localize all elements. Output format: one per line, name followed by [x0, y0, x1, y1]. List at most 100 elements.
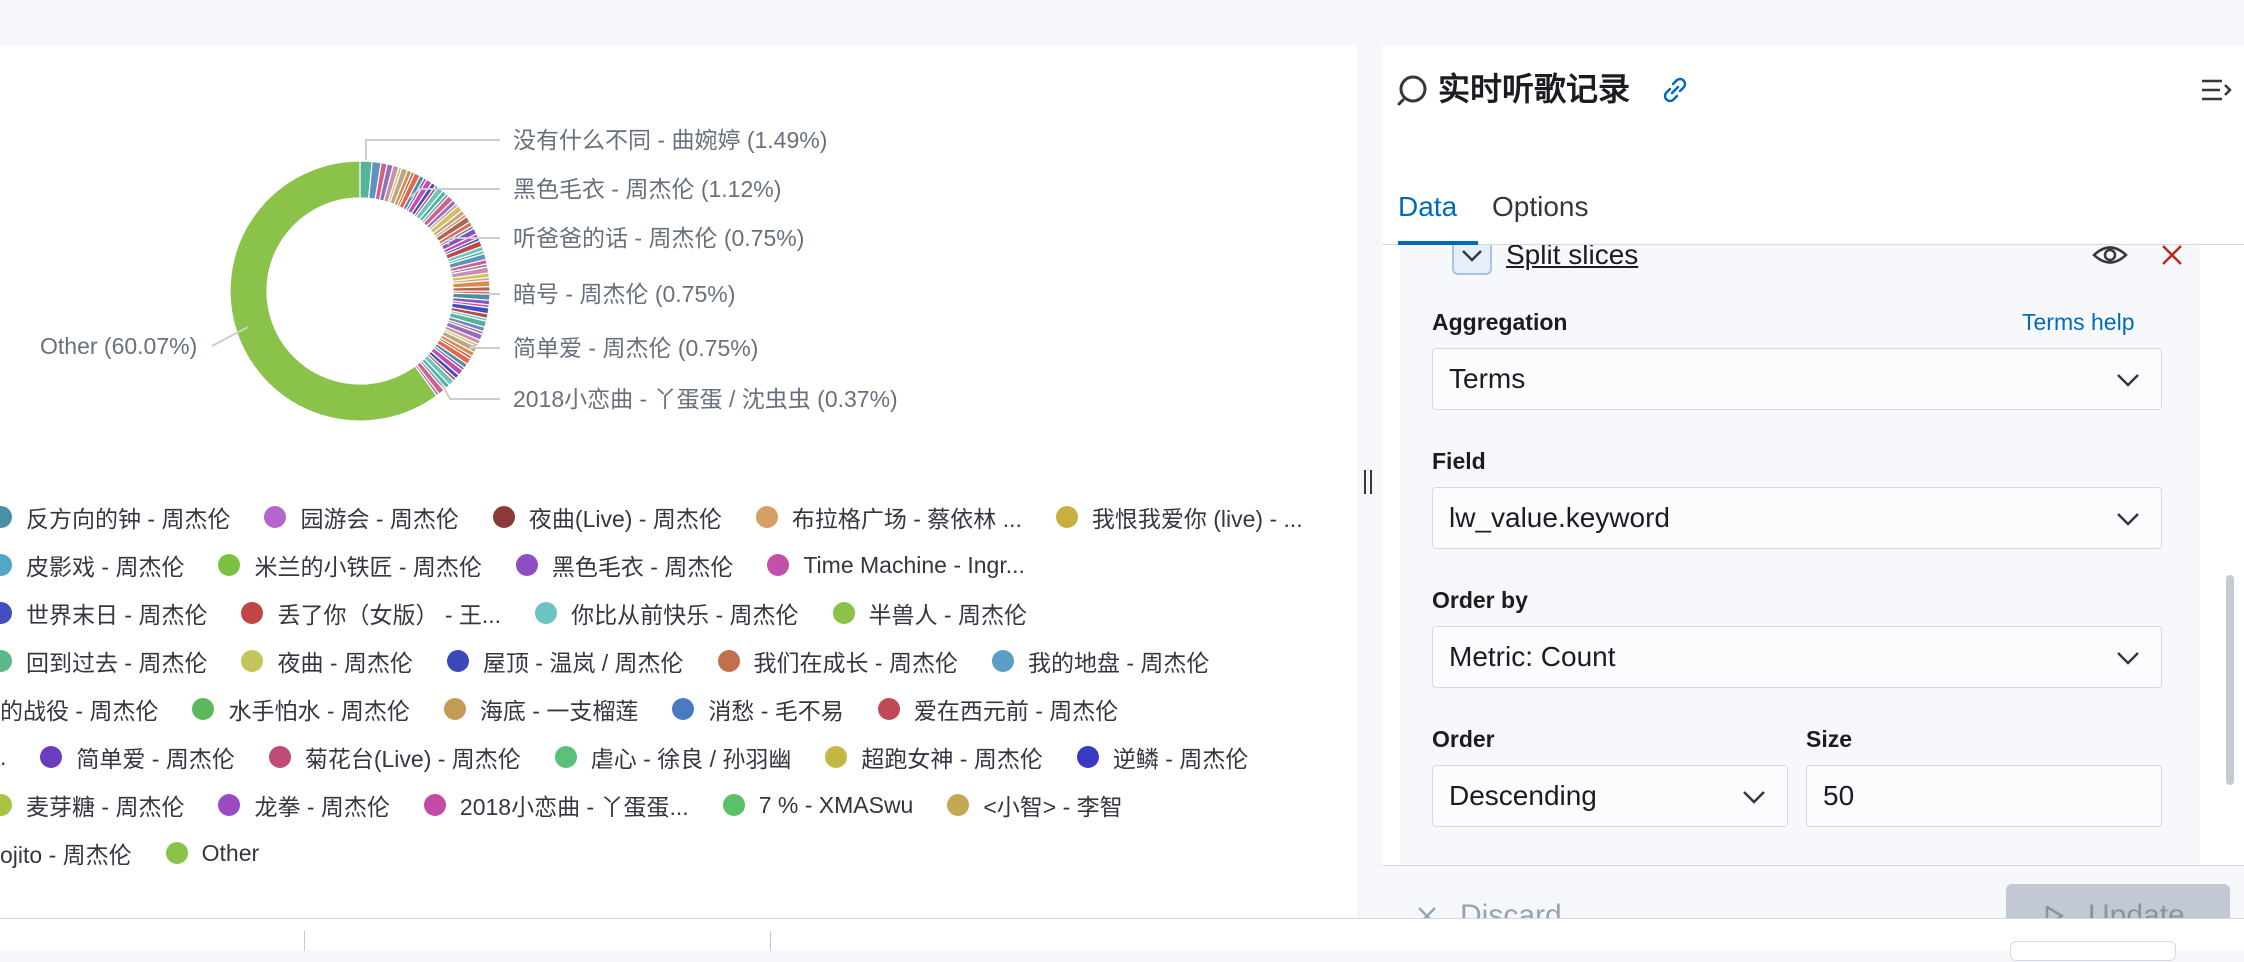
- legend-color-dot: [0, 506, 12, 528]
- eye-icon[interactable]: [2092, 245, 2128, 270]
- legend-row: 的战役 - 周杰伦 水手怕水 - 周杰伦 海底 - 一支榴莲 消愁 - 毛不易 爱在西元…: [0, 689, 1152, 729]
- legend-color-dot: [0, 650, 12, 672]
- legend-item[interactable]: 逆鳞 - 周杰伦: [1076, 740, 1248, 774]
- legend-label: 皮影戏 - 周杰伦: [26, 554, 185, 580]
- bottom-control[interactable]: [2010, 941, 2176, 961]
- field-label: Field: [1432, 448, 1486, 474]
- legend-item[interactable]: 简单爱 - 周杰伦: [40, 740, 235, 774]
- tab-data[interactable]: Data: [1398, 187, 1457, 227]
- slice-callout-label: 简单爱 - 周杰伦 (0.75%): [513, 335, 758, 361]
- legend-item[interactable]: 屋顶 - 温岚 / 周杰伦: [446, 644, 684, 678]
- legend-label: 简单爱 - 周杰伦: [76, 746, 235, 772]
- legend-item[interactable]: 夜曲(Live) - 周杰伦: [492, 500, 722, 534]
- legend-item[interactable]: 反方向的钟 - 周杰伦: [0, 500, 230, 534]
- legend-item[interactable]: <小智> - 李智: [947, 788, 1123, 822]
- legend-label: 米兰的小铁匠 - 周杰伦: [254, 554, 482, 580]
- legend-item[interactable]: 的战役 - 周杰伦: [0, 692, 158, 726]
- legend-color-dot: [0, 554, 12, 576]
- legend-item[interactable]: Time Machine - Ingr...: [767, 552, 1025, 579]
- legend-color-dot: [264, 506, 287, 528]
- legend-item[interactable]: 菊花台(Live) - 周杰伦: [268, 740, 521, 774]
- legend-color-dot: [443, 698, 466, 720]
- legend-color-dot: [1055, 506, 1078, 528]
- sidebar-header: 实时听歌记录: [1382, 45, 2244, 155]
- legend-label: 海底 - 一支榴莲: [479, 698, 639, 724]
- legend-color-dot: [755, 506, 778, 528]
- size-input[interactable]: 50: [1806, 765, 2162, 827]
- legend-color-dot: [825, 746, 848, 768]
- legend-color-dot: [554, 746, 577, 768]
- search-icon: [1397, 75, 1427, 106]
- legend-label: 屋顶 - 温岚 / 周杰伦: [482, 650, 684, 676]
- collapse-sidebar-icon[interactable]: [2198, 72, 2234, 108]
- legend-item[interactable]: 黑色毛衣 - 周杰伦: [515, 548, 733, 582]
- legend-item[interactable]: 半兽人 - 周杰伦: [832, 596, 1027, 630]
- split-slices-title[interactable]: Split slices: [1506, 245, 1638, 275]
- legend-item[interactable]: 爱在西元前 - 周杰伦: [877, 692, 1118, 726]
- legend-label: <小智> - 李智: [983, 794, 1123, 820]
- link-icon[interactable]: [1658, 73, 1692, 107]
- legend-label: ojito - 周杰伦: [0, 842, 132, 868]
- legend-item[interactable]: 水手怕水 - 周杰伦: [192, 692, 410, 726]
- panel-resize-handle[interactable]: [1364, 470, 1376, 494]
- sidebar-scrollbar[interactable]: [2226, 575, 2234, 785]
- legend-color-dot: [947, 794, 970, 816]
- legend-item[interactable]: 消愁 - 毛不易: [672, 692, 844, 726]
- legend-label: 反方向的钟 - 周杰伦: [26, 506, 231, 532]
- legend-color-dot: [722, 794, 745, 816]
- field-select[interactable]: lw_value.keyword: [1432, 487, 2162, 549]
- aggregation-editor: Split slices Aggregation Terms help Term…: [1382, 245, 2244, 865]
- slice-callout-label: 没有什么不同 - 曲婉婷 (1.49%): [513, 127, 827, 153]
- legend-color-dot: [241, 650, 264, 672]
- split-slices-card: Split slices Aggregation Terms help Term…: [1400, 245, 2200, 865]
- legend-label: .: [0, 743, 7, 770]
- chevron-down-icon: [1462, 250, 1482, 262]
- legend-item[interactable]: 2018小恋曲 - 丫蛋蛋...: [423, 788, 689, 822]
- tab-options[interactable]: Options: [1492, 187, 1589, 227]
- legend-color-dot: [832, 602, 855, 624]
- legend-item[interactable]: 园游会 - 周杰伦: [264, 500, 459, 534]
- legend-item[interactable]: 我的地盘 - 周杰伦: [991, 644, 1209, 678]
- remove-icon[interactable]: [2158, 245, 2186, 269]
- legend-label: 的战役 - 周杰伦: [0, 698, 159, 724]
- legend-item[interactable]: 回到过去 - 周杰伦: [0, 644, 207, 678]
- legend-item[interactable]: ojito - 周杰伦: [0, 836, 132, 870]
- legend-item[interactable]: 夜曲 - 周杰伦: [241, 644, 413, 678]
- legend-item[interactable]: 皮影戏 - 周杰伦: [0, 548, 184, 582]
- accordion-toggle-button[interactable]: [1452, 245, 1492, 275]
- legend-item[interactable]: 麦芽糖 - 周杰伦: [0, 788, 184, 822]
- legend-item[interactable]: 我们在成长 - 周杰伦: [717, 644, 958, 678]
- order-select[interactable]: Descending: [1432, 765, 1788, 827]
- legend-label: 夜曲 - 周杰伦: [277, 650, 413, 676]
- legend-item[interactable]: 丢了你（女版） - 王...: [241, 596, 501, 630]
- legend-item[interactable]: 海底 - 一支榴莲: [443, 692, 639, 726]
- legend-item[interactable]: .: [0, 744, 6, 771]
- legend-color-dot: [767, 554, 790, 576]
- top-strip: [0, 0, 2244, 45]
- legend-item[interactable]: 7 % - XMASwu: [722, 792, 913, 819]
- terms-help-link[interactable]: Terms help: [2022, 306, 2134, 338]
- legend-label: 你比从前快乐 - 周杰伦: [571, 602, 799, 628]
- aggregation-label: Aggregation: [1432, 309, 1568, 335]
- legend-item[interactable]: 米兰的小铁匠 - 周杰伦: [218, 548, 482, 582]
- size-label: Size: [1806, 726, 1853, 752]
- pie-slice[interactable]: [452, 285, 491, 292]
- slice-callout-label: 听爸爸的话 - 周杰伦 (0.75%): [513, 225, 804, 251]
- legend-item[interactable]: 世界末日 - 周杰伦: [0, 596, 207, 630]
- legend-item[interactable]: Other: [165, 840, 259, 867]
- legend-item[interactable]: 超跑女神 - 周杰伦: [825, 740, 1043, 774]
- legend-color-dot: [446, 650, 469, 672]
- legend-color-dot: [0, 794, 12, 816]
- legend-item[interactable]: 我恨我爱你 (live) - ...: [1055, 500, 1303, 534]
- legend-row: 麦芽糖 - 周杰伦 龙拳 - 周杰伦 2018小恋曲 - 丫蛋蛋... 7 % - X…: [0, 785, 1157, 825]
- legend-color-dot: [423, 794, 446, 816]
- order-by-select[interactable]: Metric: Count: [1432, 626, 2162, 688]
- legend-item[interactable]: 龙拳 - 周杰伦: [218, 788, 390, 822]
- pie-chart-panel: Other (60.07%) 没有什么不同 - 曲婉婷 (1.49%) 黑色毛衣 -…: [0, 45, 1357, 920]
- legend-item[interactable]: 你比从前快乐 - 周杰伦: [535, 596, 799, 630]
- legend-item[interactable]: 虐心 - 徐良 / 孙羽幽: [554, 740, 791, 774]
- legend-label: 我恨我爱你 (live) - ...: [1091, 506, 1303, 532]
- legend-color-dot: [672, 698, 695, 720]
- legend-item[interactable]: 布拉格广场 - 蔡依林 ...: [755, 500, 1022, 534]
- aggregation-select[interactable]: Terms: [1432, 348, 2162, 410]
